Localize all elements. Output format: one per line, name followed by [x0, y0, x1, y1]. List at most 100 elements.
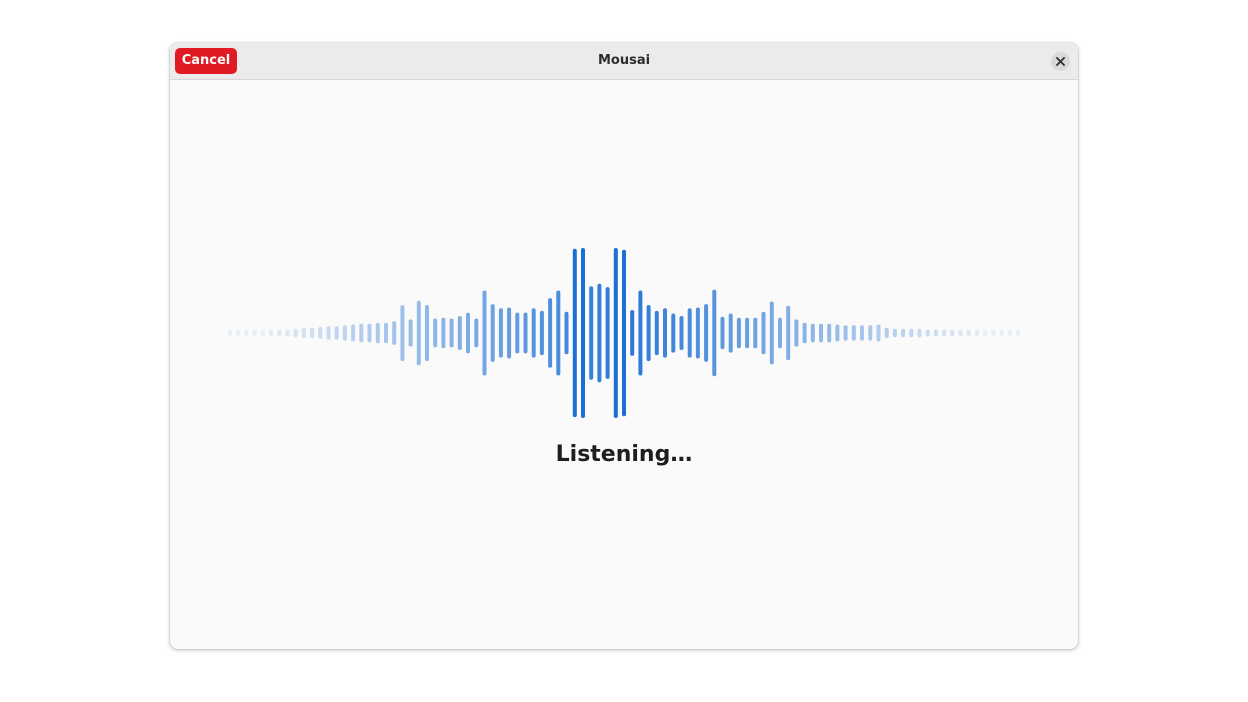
waveform-bar	[671, 313, 676, 353]
waveform-bar	[425, 305, 429, 362]
waveform-bar	[474, 318, 479, 348]
status-label: Listening…	[555, 442, 693, 467]
waveform-bar	[761, 311, 766, 355]
waveform-bar	[819, 323, 823, 343]
waveform-bar	[252, 329, 257, 337]
waveform-bar	[695, 307, 700, 359]
waveform-bar	[942, 329, 947, 337]
waveform-bar	[950, 329, 955, 337]
waveform-bar	[515, 312, 520, 354]
waveform-bar	[457, 316, 462, 350]
waveform-bar	[531, 308, 536, 358]
waveform-bar	[679, 316, 684, 350]
waveform-bar	[498, 308, 503, 358]
waveform-bar	[408, 319, 413, 347]
close-button[interactable]	[1051, 52, 1070, 71]
close-icon	[1056, 57, 1065, 66]
waveform-bar	[687, 308, 692, 358]
waveform-bar	[860, 325, 864, 341]
waveform-bar	[843, 325, 848, 341]
waveform-bar	[301, 327, 306, 339]
waveform-bar	[753, 317, 758, 349]
waveform-bar	[236, 329, 241, 337]
waveform-bar	[244, 329, 249, 337]
waveform-bar	[269, 329, 273, 337]
waveform-bar	[622, 249, 626, 417]
waveform-bar	[778, 317, 782, 349]
waveform-bar	[933, 329, 938, 337]
waveform-bar	[966, 329, 971, 337]
waveform-bar	[548, 298, 553, 368]
waveform-bar	[646, 305, 651, 362]
waveform-bar	[441, 317, 446, 349]
waveform-bar	[917, 328, 922, 338]
waveform-bar	[1007, 329, 1012, 337]
waveform-bar	[827, 323, 832, 343]
waveform-bar	[958, 329, 963, 337]
waveform-bar	[260, 329, 265, 337]
waveform-bar	[490, 304, 495, 362]
waveform-bar	[745, 317, 750, 349]
waveform-bar	[769, 301, 774, 365]
waveform-bar	[1016, 329, 1020, 337]
waveform-bar	[835, 324, 840, 342]
audio-waveform	[228, 248, 1020, 418]
waveform-bar	[720, 316, 725, 350]
waveform-bar	[277, 329, 282, 337]
waveform-bar	[851, 325, 856, 341]
waveform-bar	[416, 300, 421, 366]
headerbar: Cancel Mousai	[170, 43, 1078, 80]
waveform-bar	[704, 304, 709, 362]
waveform-bar	[736, 317, 741, 349]
waveform-bar	[392, 321, 397, 345]
waveform-bar	[712, 289, 717, 377]
waveform-bar	[326, 326, 331, 340]
waveform-bar	[909, 328, 914, 338]
window-title: Mousai	[597, 53, 651, 68]
waveform-bar	[884, 327, 889, 339]
waveform-bar	[351, 324, 356, 342]
waveform-bar	[228, 329, 232, 337]
waveform-bar	[310, 327, 315, 339]
main-window: Cancel Mousai Listening…	[170, 43, 1078, 649]
waveform-bar	[367, 323, 372, 343]
waveform-bar	[991, 329, 996, 337]
waveform-bar	[564, 311, 569, 355]
waveform-bar	[466, 312, 470, 354]
waveform-bar	[876, 324, 881, 342]
waveform-bar	[630, 310, 635, 356]
waveform-bar	[318, 327, 323, 339]
waveform-bar	[605, 287, 610, 379]
waveform-bar	[449, 318, 454, 348]
waveform-bar	[786, 305, 791, 361]
waveform-bar	[523, 312, 528, 354]
waveform-bar	[293, 328, 298, 338]
waveform-bar	[581, 248, 585, 418]
waveform-bar	[925, 329, 930, 337]
waveform-bar	[613, 248, 618, 418]
waveform-bar	[638, 290, 643, 376]
waveform-bar	[802, 322, 807, 344]
waveform-bar	[589, 286, 594, 380]
waveform-bar	[901, 328, 906, 338]
waveform-bar	[433, 318, 438, 348]
waveform-bar	[572, 248, 577, 418]
waveform-bar	[597, 283, 602, 383]
waveform-bar	[983, 329, 988, 337]
waveform-bar	[892, 328, 897, 338]
waveform-bar	[507, 307, 512, 359]
waveform-bar	[868, 325, 873, 341]
waveform-bar	[285, 329, 290, 337]
waveform-bar	[482, 290, 487, 376]
waveform-bar	[556, 290, 561, 376]
waveform-bar	[663, 308, 667, 358]
waveform-bar	[400, 305, 405, 362]
waveform-bar	[810, 323, 815, 343]
waveform-bar	[728, 313, 733, 353]
waveform-bar	[384, 322, 388, 344]
waveform-bar	[342, 325, 347, 341]
waveform-bar	[539, 310, 544, 356]
waveform-bar	[999, 329, 1004, 337]
waveform-bar	[359, 323, 364, 343]
waveform-bar	[975, 329, 979, 337]
